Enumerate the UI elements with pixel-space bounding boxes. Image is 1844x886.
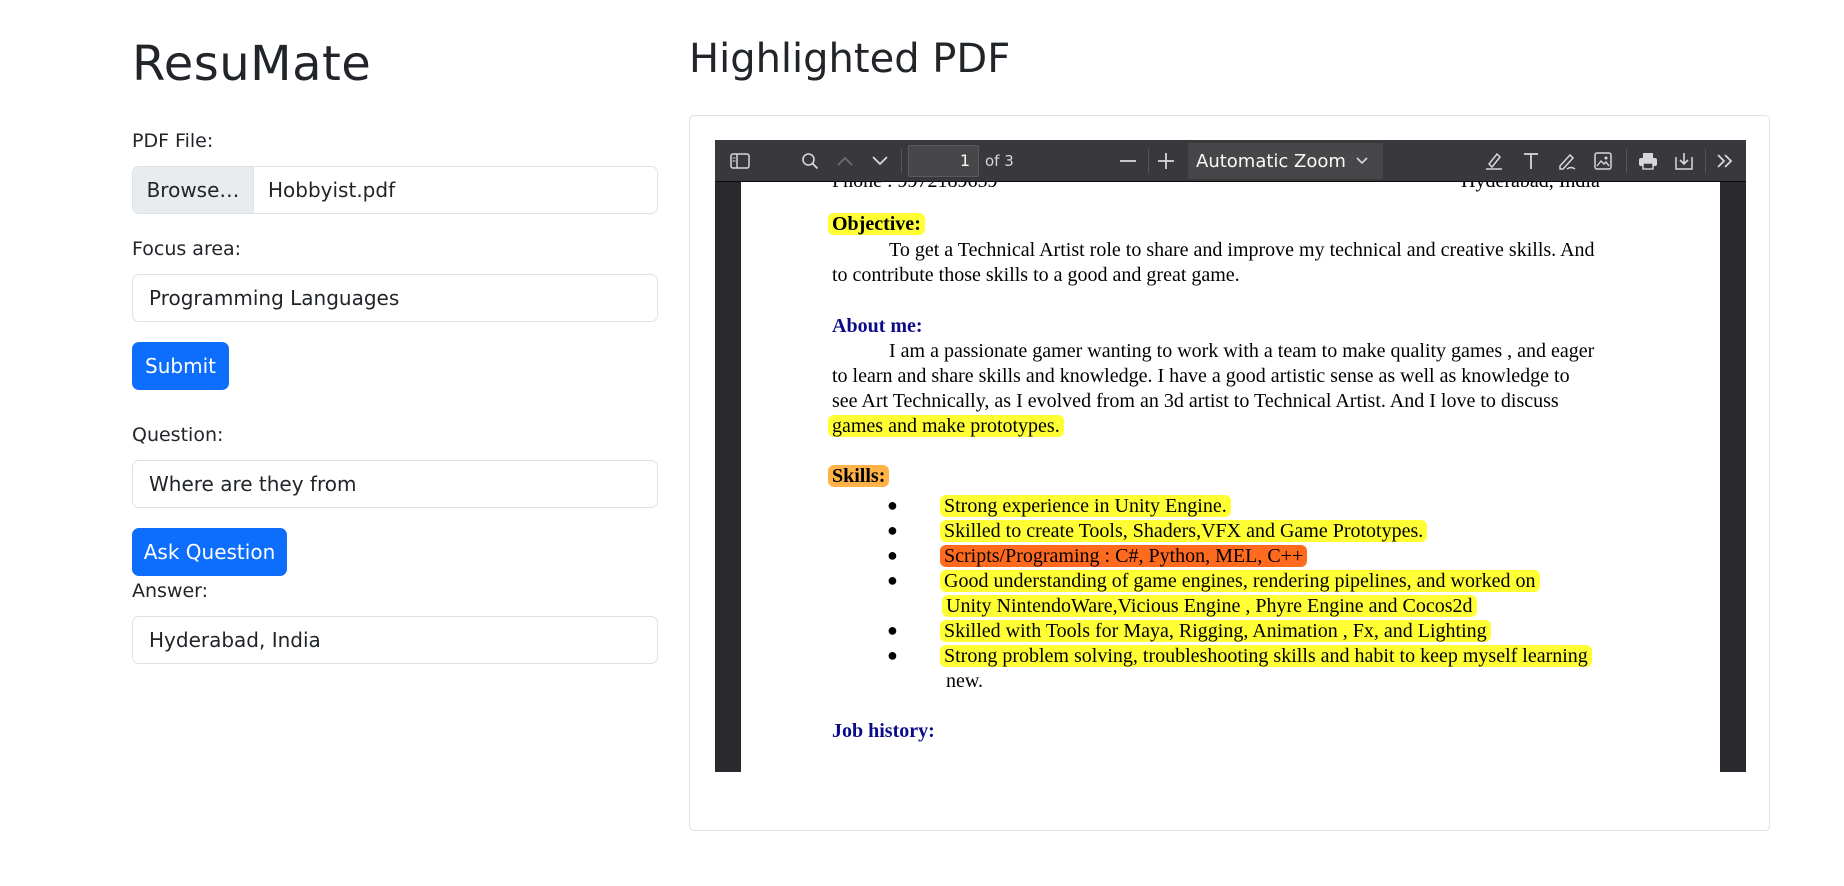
pdf-file-label: PDF File: <box>132 130 214 152</box>
skill-item-continued: new. <box>946 670 984 692</box>
objective-line: To get a Technical Artist role to share … <box>889 239 1595 261</box>
zoom-select[interactable]: Automatic Zoom <box>1188 143 1383 179</box>
bullet: ● <box>887 570 898 590</box>
page-number-input[interactable]: 1 <box>908 145 979 177</box>
text-icon[interactable] <box>1516 140 1546 182</box>
answer-value: Hyderabad, India <box>149 628 321 652</box>
question-value: Where are they from <box>149 472 357 496</box>
search-icon[interactable] <box>795 140 825 182</box>
more-tools-icon[interactable] <box>1709 140 1741 182</box>
zoom-in-icon[interactable] <box>1151 140 1181 182</box>
skill-item: Strong experience in Unity Engine. <box>940 495 1231 517</box>
bullet: ● <box>887 545 898 565</box>
skill-item: Skilled with Tools for Maya, Rigging, An… <box>940 620 1491 642</box>
sidebar-toggle-icon[interactable] <box>723 140 757 182</box>
skill-item-continued: Unity NintendoWare,Vicious Engine , Phyr… <box>942 595 1477 617</box>
objective-heading: Objective: <box>828 213 925 235</box>
pdf-viewer[interactable]: 1 of 3 Automatic Zoom Objective: To get … <box>715 140 1746 772</box>
about-line-highlighted: games and make prototypes. <box>828 415 1064 437</box>
submit-button[interactable]: Submit <box>132 342 229 390</box>
about-line: to learn and share skills and knowledge.… <box>832 365 1570 387</box>
job-history-heading: Job history: <box>832 720 935 742</box>
skill-item: Strong problem solving, troubleshooting … <box>940 645 1592 667</box>
zoom-out-icon[interactable] <box>1113 140 1143 182</box>
chevron-down-icon <box>1355 147 1369 179</box>
browse-button[interactable]: Browse… <box>133 167 254 213</box>
objective-line: to contribute those skills to a good and… <box>832 264 1240 286</box>
highlight-icon[interactable] <box>1479 140 1509 182</box>
skill-item-programming: Scripts/Programing : C#, Python, MEL, C+… <box>940 545 1308 567</box>
page-count: of 3 <box>985 152 1014 170</box>
header-location-partial: Hyderabad, India <box>1461 182 1600 193</box>
skill-item: Good understanding of game engines, rend… <box>940 570 1540 592</box>
pdf-toolbar: 1 of 3 Automatic Zoom <box>715 140 1746 182</box>
draw-icon[interactable] <box>1552 140 1582 182</box>
focus-area-input[interactable]: Programming Languages <box>132 274 658 322</box>
about-line: I am a passionate gamer wanting to work … <box>889 340 1595 362</box>
download-icon[interactable] <box>1669 140 1699 182</box>
chevron-down-icon[interactable] <box>865 140 895 182</box>
chevron-up-icon[interactable] <box>830 140 860 182</box>
print-icon[interactable] <box>1633 140 1663 182</box>
bullet: ● <box>887 495 898 515</box>
bullet: ● <box>887 520 898 540</box>
focus-area-value: Programming Languages <box>149 286 400 310</box>
bullet: ● <box>887 620 898 640</box>
skills-heading: Skills: <box>828 465 890 487</box>
selected-file-name: Hobbyist.pdf <box>268 178 396 202</box>
skill-item: Skilled to create Tools, Shaders,VFX and… <box>940 520 1428 542</box>
answer-label: Answer: <box>132 580 209 602</box>
pdf-page: Phone : 9972189659 Hyderabad, India Obje… <box>741 182 1720 772</box>
bullet: ● <box>887 645 898 665</box>
question-label: Question: <box>132 424 224 446</box>
about-line: see Art Technically, as I evolved from a… <box>832 390 1559 412</box>
ask-question-button[interactable]: Ask Question <box>132 528 287 576</box>
app-title: ResuMate <box>132 36 372 92</box>
focus-area-label: Focus area: <box>132 238 242 260</box>
about-heading: About me: <box>832 315 923 337</box>
header-phone-partial: Phone : 9972189659 <box>832 182 998 193</box>
image-icon[interactable] <box>1588 140 1618 182</box>
question-input[interactable]: Where are they from <box>132 460 658 508</box>
pdf-file-input[interactable]: Browse… Hobbyist.pdf <box>132 166 658 214</box>
zoom-value: Automatic Zoom <box>1196 150 1346 172</box>
highlighted-pdf-heading: Highlighted PDF <box>689 36 1011 82</box>
answer-field[interactable]: Hyderabad, India <box>132 616 658 664</box>
